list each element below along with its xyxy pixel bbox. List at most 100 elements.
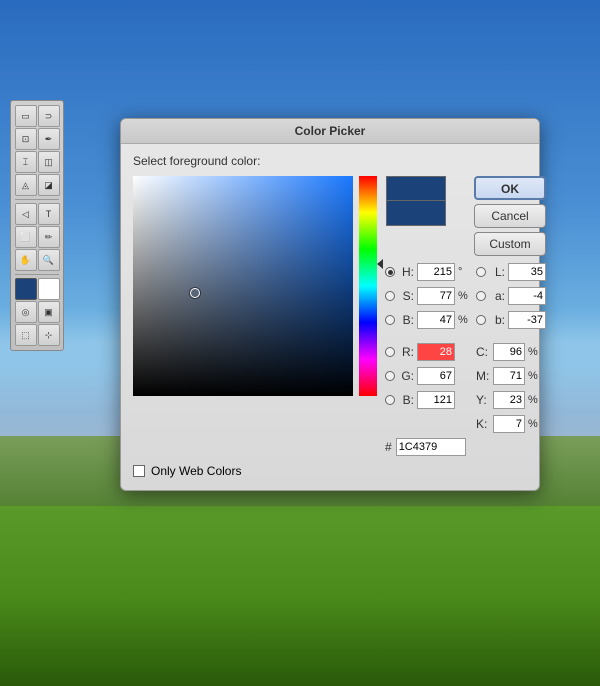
- unit-s: %: [458, 290, 470, 302]
- tool-brush[interactable]: ⌶: [15, 151, 37, 173]
- tool-foreground-color[interactable]: [15, 278, 37, 300]
- tool-marquee[interactable]: ▭: [15, 105, 37, 127]
- input-h[interactable]: [417, 263, 455, 281]
- label-b2: b:: [489, 313, 505, 327]
- toolbar-divider-1: [15, 199, 59, 200]
- color-swatch-old: [386, 200, 446, 226]
- color-swatch-container: [386, 176, 446, 226]
- toolbar: ▭ ⊃ ⊡ ✒ ⌶ ◫ ◬ ◪ ◁ T ⬜ ✏ ✋ 🔍 ◎ ▣ ⬚ ⊹: [10, 100, 64, 351]
- web-colors-checkbox[interactable]: [133, 465, 145, 477]
- hue-arrow: [377, 259, 383, 269]
- dialog-body: Select foreground color:: [121, 144, 539, 490]
- tool-eraser[interactable]: ◫: [38, 151, 60, 173]
- label-b: B:: [398, 313, 414, 327]
- field-row-a: a:: [476, 286, 546, 306]
- radio-b2[interactable]: [476, 315, 486, 325]
- label-l: L:: [489, 265, 505, 279]
- field-row-r: R:: [385, 342, 470, 362]
- radio-b[interactable]: [385, 315, 395, 325]
- buttons-col: OK Cancel Custom: [474, 176, 546, 256]
- field-row-m: M: %: [476, 366, 546, 386]
- tool-crop[interactable]: ⊡: [15, 128, 37, 150]
- background-ground: [0, 506, 600, 686]
- input-g[interactable]: [417, 367, 455, 385]
- picker-area: [133, 176, 377, 456]
- dialog-label: Select foreground color:: [133, 154, 527, 168]
- unit-k: %: [528, 418, 540, 430]
- input-k[interactable]: [493, 415, 525, 433]
- params-area: ! OK Cancel Custom: [385, 176, 546, 456]
- input-c[interactable]: [493, 343, 525, 361]
- field-row-h: H: °: [385, 262, 470, 282]
- hue-slider[interactable]: [359, 176, 377, 396]
- radio-a[interactable]: [476, 291, 486, 301]
- color-field[interactable]: [133, 176, 353, 396]
- field-row-bl: B:: [385, 390, 470, 410]
- hex-input[interactable]: [396, 438, 466, 456]
- unit-b: %: [458, 314, 470, 326]
- tool-zoom[interactable]: 🔍: [38, 249, 60, 271]
- lab-cmyk-fields: L: a: b:: [476, 262, 546, 434]
- web-colors-row: Only Web Colors: [133, 464, 527, 478]
- cancel-button[interactable]: Cancel: [474, 204, 546, 228]
- input-a[interactable]: [508, 287, 546, 305]
- tool-imageready[interactable]: ⬚: [15, 324, 37, 346]
- color-swatch-new: [386, 176, 446, 201]
- tool-hand[interactable]: ✋: [15, 249, 37, 271]
- toolbar-row-8: ◎ ▣: [15, 301, 60, 323]
- tool-lasso[interactable]: ⊃: [38, 105, 60, 127]
- label-k: K:: [476, 417, 490, 431]
- field-row-c: C: %: [476, 342, 546, 362]
- tool-shape[interactable]: ⬜: [15, 226, 37, 248]
- dialog-titlebar: Color Picker: [121, 119, 539, 144]
- swatch-buttons-row: ! OK Cancel Custom: [385, 176, 546, 262]
- input-b2[interactable]: [508, 311, 546, 329]
- label-g: G:: [398, 369, 414, 383]
- label-m: M:: [476, 369, 490, 383]
- ok-button[interactable]: OK: [474, 176, 546, 200]
- radio-bl[interactable]: [385, 395, 395, 405]
- toolbar-row-colors: [15, 278, 60, 300]
- radio-l[interactable]: [476, 267, 486, 277]
- input-bl[interactable]: [417, 391, 455, 409]
- field-row-s: S: %: [385, 286, 470, 306]
- radio-h[interactable]: [385, 267, 395, 277]
- inner-layout: ! OK Cancel Custom: [133, 176, 527, 456]
- toolbar-row-7: ✋ 🔍: [15, 249, 60, 271]
- input-y[interactable]: [493, 391, 525, 409]
- toolbar-row-3: ⌶ ◫: [15, 151, 60, 173]
- tool-path[interactable]: ◁: [15, 203, 37, 225]
- toolbar-row-2: ⊡ ✒: [15, 128, 60, 150]
- hsb-fields: H: ° S: %: [385, 262, 470, 434]
- tool-eyedropper[interactable]: ✒: [38, 128, 60, 150]
- hue-gradient: [359, 176, 377, 396]
- custom-button[interactable]: Custom: [474, 232, 546, 256]
- tool-quickmask[interactable]: ◎: [15, 301, 37, 323]
- input-l[interactable]: [508, 263, 546, 281]
- tool-text[interactable]: T: [38, 203, 60, 225]
- web-colors-label: Only Web Colors: [151, 464, 241, 478]
- color-picker-dialog: Color Picker Select foreground color:: [120, 118, 540, 491]
- radio-s[interactable]: [385, 291, 395, 301]
- input-r[interactable]: [417, 343, 455, 361]
- tool-background-color[interactable]: [38, 278, 60, 300]
- unit-h: °: [458, 266, 462, 278]
- input-b[interactable]: [417, 311, 455, 329]
- tool-pen[interactable]: ✏: [38, 226, 60, 248]
- toolbar-row-9: ⬚ ⊹: [15, 324, 60, 346]
- input-s[interactable]: [417, 287, 455, 305]
- unit-c: %: [528, 346, 540, 358]
- input-m[interactable]: [493, 367, 525, 385]
- fields-upper: H: ° S: %: [385, 262, 546, 434]
- tool-extra[interactable]: ⊹: [38, 324, 60, 346]
- label-r: R:: [398, 345, 414, 359]
- toolbar-row-1: ▭ ⊃: [15, 105, 60, 127]
- tool-screenmodes[interactable]: ▣: [38, 301, 60, 323]
- toolbar-row-4: ◬ ◪: [15, 174, 60, 196]
- radio-g[interactable]: [385, 371, 395, 381]
- radio-r[interactable]: [385, 347, 395, 357]
- tool-paint-bucket[interactable]: ◬: [15, 174, 37, 196]
- tool-gradient[interactable]: ◪: [38, 174, 60, 196]
- toolbar-row-6: ⬜ ✏: [15, 226, 60, 248]
- field-row-b: B: %: [385, 310, 470, 330]
